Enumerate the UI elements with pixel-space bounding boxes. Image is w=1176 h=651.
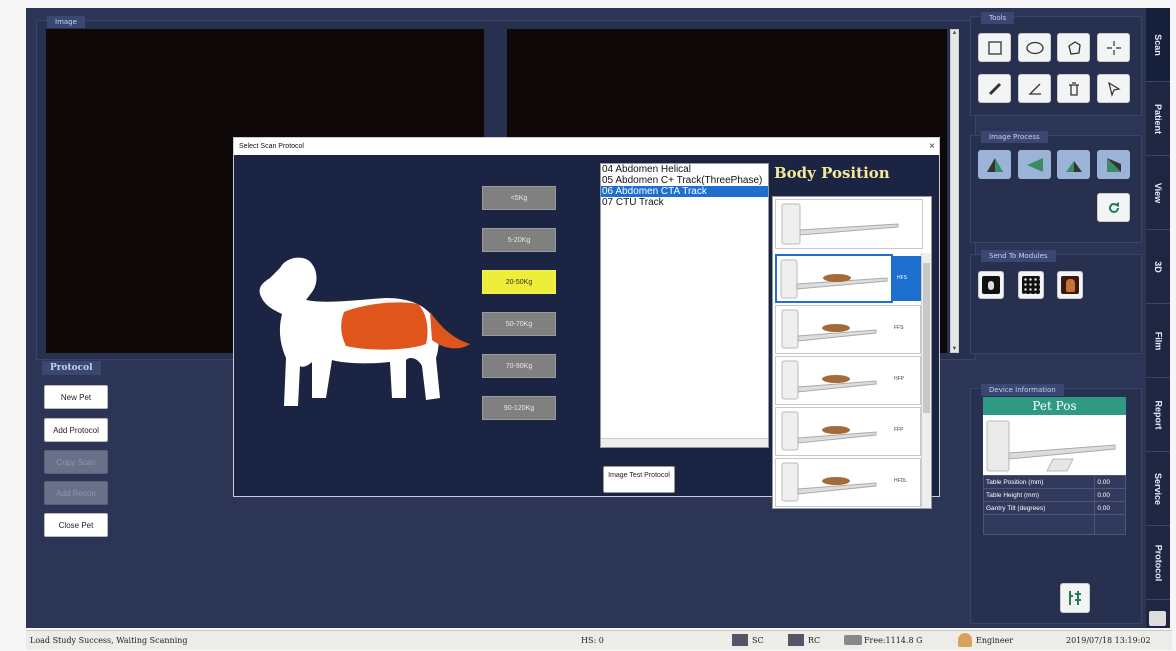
power-icon[interactable] (1149, 611, 1166, 626)
position-option[interactable]: FFS (775, 305, 921, 354)
weight-5-20kg-button[interactable]: 5-20Kg (482, 228, 556, 252)
add-protocol-button[interactable]: Add Protocol (44, 418, 108, 442)
image-process-label: Image Process (981, 131, 1048, 143)
send-to-modules-label: Send To Modules (981, 250, 1056, 262)
sc-icon (732, 634, 748, 646)
protocol-list-hscroll[interactable] (601, 438, 768, 447)
table-row: Gantry Tilt (degrees) 0.00 (982, 501, 1126, 515)
viewport-scrollbar[interactable]: ▲ ▼ (950, 29, 959, 353)
position-label: HFDL (894, 478, 908, 484)
rc-icon (788, 634, 804, 646)
tab-view[interactable]: View (1146, 156, 1170, 230)
app-window: Image ▲ ▼ Protocol Tools Image Process S… (0, 0, 1176, 651)
user-icon (958, 633, 972, 647)
tab-patient[interactable]: Patient (1146, 82, 1170, 156)
dog-silhouette (259, 257, 470, 406)
close-pet-button[interactable]: Close Pet (44, 513, 108, 537)
angle-icon[interactable] (1018, 74, 1051, 103)
position-option[interactable]: HFDL (775, 458, 921, 507)
send-to-modules-panel: Send To Modules (970, 250, 1142, 354)
reset-icon[interactable] (1097, 193, 1130, 222)
module-3d-icon[interactable] (1057, 271, 1083, 299)
disk-icon (844, 635, 862, 645)
flip-vertical-icon[interactable] (1018, 150, 1051, 179)
weight-50-70kg-button[interactable]: 50-70Kg (482, 312, 556, 336)
tab-report[interactable]: Report (1146, 378, 1170, 452)
info-label: Gantry Tilt (degrees) (982, 501, 1096, 515)
tab-scan[interactable]: Scan (1146, 8, 1170, 82)
crosshair-icon[interactable] (1097, 33, 1130, 62)
user-name: Engineer (976, 636, 1014, 645)
weight-20-50kg-button[interactable]: 20-50Kg (482, 270, 556, 294)
polygon-roi-icon[interactable] (1057, 33, 1090, 62)
info-value: 0.00 (1094, 475, 1126, 489)
pointer-icon[interactable] (1097, 74, 1130, 103)
position-label: FFS (894, 325, 904, 331)
device-image (983, 415, 1126, 475)
trash-icon[interactable] (1057, 74, 1090, 103)
dialog-title: Select Scan Protocol (234, 138, 939, 155)
weight-90-120kg-button[interactable]: 90-120Kg (482, 396, 556, 420)
info-label: Table Height (mm) (982, 488, 1096, 502)
rectangle-roi-icon[interactable] (978, 33, 1011, 62)
list-item[interactable]: 05 Abdomen C+ Track(ThreePhase) (601, 175, 768, 186)
table-row (982, 514, 1126, 535)
image-panel-label: Image (47, 16, 85, 28)
info-value: 0.00 (1094, 488, 1126, 502)
status-message: Load Study Success, Waiting Scanning (30, 636, 188, 645)
protocol-panel-label: Protocol (42, 361, 101, 375)
device-info-table: Table Position (mm) 0.00 Table Height (mm… (982, 475, 1126, 535)
status-bar: Load Study Success, Waiting Scanning HS:… (26, 630, 1172, 650)
free-space: Free:1114.8 G (864, 636, 923, 645)
list-item[interactable]: 06 Abdomen CTA Track (601, 186, 768, 197)
weight-70-90kg-button[interactable]: 70-90Kg (482, 354, 556, 378)
new-pet-button[interactable]: New Pet (44, 385, 108, 409)
tools-panel-label: Tools (981, 12, 1015, 24)
position-option[interactable]: FFP (775, 407, 921, 456)
hs-counter: HS: 0 (581, 636, 604, 645)
image-test-protocol-button[interactable]: Image Test Protocol (603, 466, 675, 493)
flip-horizontal-icon[interactable] (978, 150, 1011, 179)
tab-protocol[interactable]: Protocol (1146, 526, 1170, 600)
info-label: Table Position (mm) (982, 475, 1096, 489)
position-option[interactable] (775, 199, 923, 249)
rotate-right-icon[interactable] (1097, 150, 1130, 179)
scroll-thumb[interactable] (923, 263, 930, 413)
tab-service[interactable]: Service (1146, 452, 1170, 526)
position-label: FFP (894, 427, 904, 433)
scroll-down-icon[interactable]: ▼ (951, 346, 958, 352)
sc-label: SC (752, 636, 764, 645)
device-info-label: Device Information (981, 384, 1064, 396)
table-row: Table Height (mm) 0.00 (982, 488, 1126, 502)
position-list-scrollbar[interactable] (921, 253, 931, 508)
body-position-title: Body Position (774, 164, 890, 182)
tab-3d[interactable]: 3D (1146, 230, 1170, 304)
side-tabs: Scan Patient View 3D Film Report Service… (1146, 8, 1170, 628)
body-position-list: HFS FFS HFP FFP HFDL (772, 196, 932, 509)
position-label: HFS (897, 275, 907, 281)
module-grid-icon[interactable] (1018, 271, 1044, 299)
position-option-selected[interactable]: HFS (775, 254, 921, 303)
position-option[interactable]: HFP (775, 356, 921, 405)
weight-under-5kg-button[interactable]: <5Kg (482, 186, 556, 210)
device-title: Pet Pos (983, 397, 1126, 415)
module-ct-icon[interactable] (978, 271, 1004, 299)
datetime: 2019/07/18 13:19:02 (1066, 636, 1151, 645)
tab-film[interactable]: Film (1146, 304, 1170, 378)
close-icon[interactable]: × (929, 138, 935, 155)
table-row: Table Position (mm) 0.00 (982, 475, 1126, 489)
add-recon-button[interactable]: Add Recon (44, 481, 108, 505)
ruler-icon[interactable] (978, 74, 1011, 103)
list-item[interactable]: 07 CTU Track (601, 197, 768, 208)
device-settings-icon[interactable] (1060, 583, 1090, 613)
ellipse-roi-icon[interactable] (1018, 33, 1051, 62)
position-label: HFP (894, 376, 904, 382)
protocol-list: 04 Abdomen Helical 05 Abdomen C+ Track(T… (600, 163, 769, 448)
scroll-up-icon[interactable]: ▲ (951, 30, 958, 36)
rc-label: RC (808, 636, 821, 645)
info-value: 0.00 (1094, 501, 1126, 515)
rotate-left-icon[interactable] (1057, 150, 1090, 179)
list-item[interactable]: 04 Abdomen Helical (601, 164, 768, 175)
copy-scan-button[interactable]: Copy Scan (44, 450, 108, 474)
